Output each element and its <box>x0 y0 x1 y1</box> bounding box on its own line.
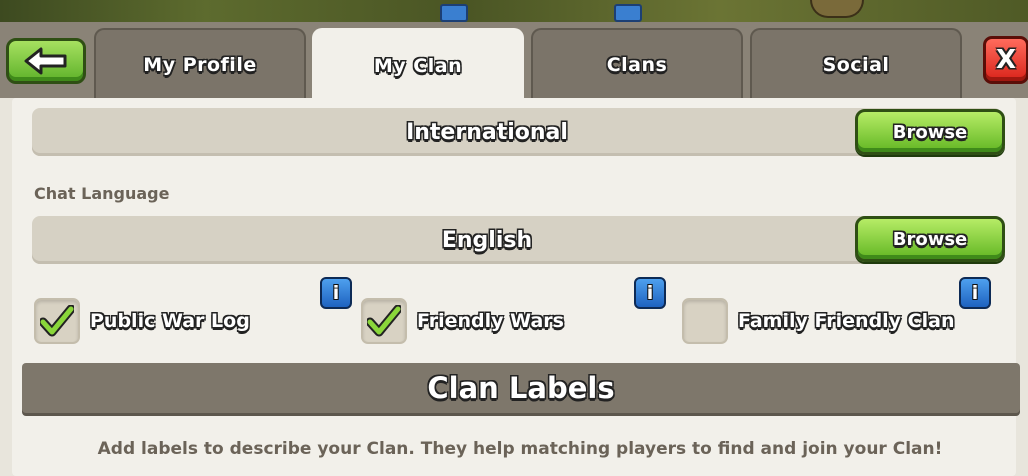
info-button-family-friendly[interactable]: i <box>959 277 991 309</box>
tab-my-profile[interactable]: My Profile <box>94 28 306 100</box>
public-war-log-label: Public War Log <box>90 310 250 332</box>
back-arrow-icon <box>24 47 67 75</box>
clan-labels-header: Clan Labels <box>22 363 1020 413</box>
village-building-icon <box>810 0 864 18</box>
location-browse-button[interactable]: Browse <box>855 109 1005 155</box>
public-war-log-checkbox[interactable] <box>34 298 80 344</box>
tab-my-clan[interactable]: My Clan <box>312 28 524 102</box>
clan-labels-description: Add labels to describe your Clan. They h… <box>97 439 943 459</box>
checkmark-icon <box>40 305 74 337</box>
clan-settings-panel: International Browse Chat Language Engli… <box>0 98 1028 476</box>
option-family-friendly-clan[interactable]: Family Friendly Clan <box>682 298 955 344</box>
tab-social[interactable]: Social <box>750 28 962 100</box>
option-friendly-wars[interactable]: Friendly Wars <box>361 298 564 344</box>
info-button-public-war-log[interactable]: i <box>320 277 352 309</box>
tab-bar: My Profile My Clan Clans Social X <box>0 22 1028 102</box>
checkmark-icon <box>367 305 401 337</box>
village-building-icon <box>440 4 468 22</box>
family-friendly-clan-label: Family Friendly Clan <box>738 310 955 332</box>
game-background <box>0 0 1028 22</box>
chat-language-value: English <box>441 227 533 253</box>
friendly-wars-label: Friendly Wars <box>417 310 564 332</box>
village-building-icon <box>614 4 642 22</box>
back-button[interactable] <box>6 38 86 84</box>
tab-clans[interactable]: Clans <box>531 28 743 100</box>
chat-language-browse-button[interactable]: Browse <box>855 216 1005 262</box>
option-public-war-log[interactable]: Public War Log <box>34 298 250 344</box>
location-value: International <box>406 119 568 145</box>
friendly-wars-checkbox[interactable] <box>361 298 407 344</box>
chat-language-label: Chat Language <box>34 184 170 203</box>
info-button-friendly-wars[interactable]: i <box>634 277 666 309</box>
close-button[interactable]: X <box>983 36 1028 84</box>
family-friendly-clan-checkbox[interactable] <box>682 298 728 344</box>
